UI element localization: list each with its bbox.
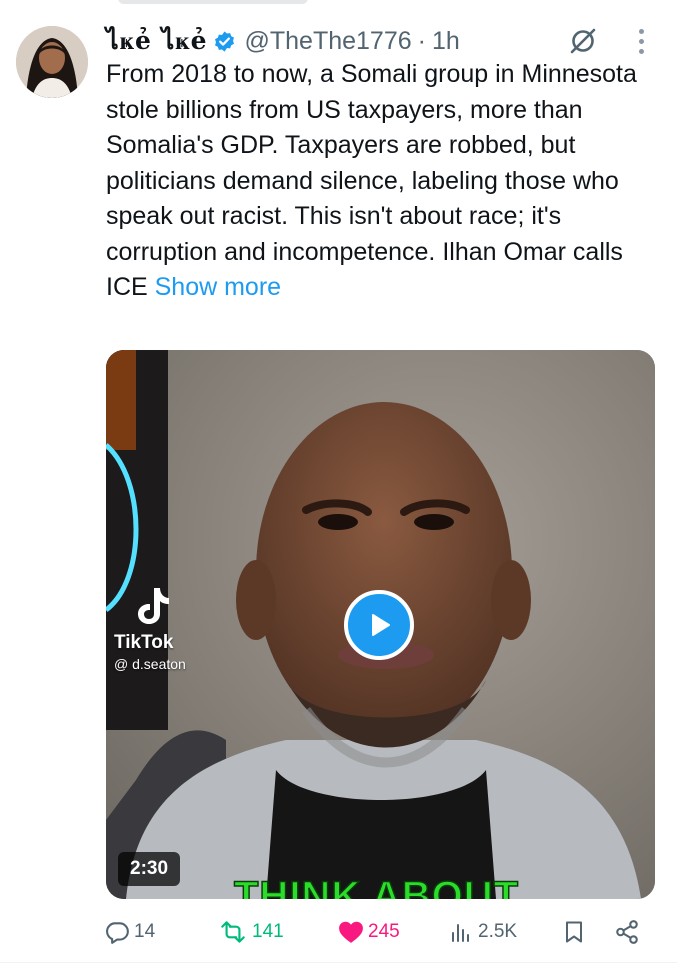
views-button[interactable]: 2.5K bbox=[448, 913, 517, 951]
like-count: 245 bbox=[368, 921, 400, 942]
bar-chart-icon bbox=[452, 924, 469, 942]
author-name[interactable]: ไҝẻ ไҝẻ bbox=[106, 21, 207, 61]
separator-dot: · bbox=[417, 26, 426, 55]
heart-icon bbox=[339, 921, 363, 943]
share-button[interactable] bbox=[614, 913, 640, 951]
vertical-dots-icon bbox=[638, 28, 644, 34]
share-icon bbox=[616, 920, 638, 944]
video-duration: 2:30 bbox=[118, 852, 181, 886]
play-icon bbox=[372, 614, 390, 636]
bookmark-icon bbox=[566, 921, 582, 943]
play-button[interactable] bbox=[344, 590, 414, 660]
bookmark-button[interactable] bbox=[562, 913, 586, 951]
verified-badge-icon bbox=[213, 30, 236, 53]
tiktok-username: @ d.seaton bbox=[114, 656, 186, 672]
author-handle[interactable]: @TheThe1776 bbox=[244, 27, 411, 56]
like-button[interactable]: 245 bbox=[338, 913, 400, 951]
grok-button[interactable] bbox=[566, 24, 600, 58]
tweet-body: From 2018 to now, a Somali group in Minn… bbox=[106, 60, 637, 301]
action-bar: 14 141 245 2.5K bbox=[104, 913, 649, 951]
video-caption: THINK ABOUT bbox=[233, 874, 520, 899]
view-count: 2.5K bbox=[478, 921, 518, 942]
tiktok-brand: TikTok bbox=[114, 632, 174, 653]
tweet-text: From 2018 to now, a Somali group in Minn… bbox=[106, 57, 646, 306]
avatar[interactable] bbox=[16, 26, 88, 98]
show-more-link[interactable]: Show more bbox=[155, 273, 281, 301]
previous-item-edge bbox=[0, 0, 677, 6]
speech-bubble-icon bbox=[106, 922, 129, 944]
grok-slash-icon bbox=[570, 28, 596, 54]
repost-button[interactable]: 141 bbox=[218, 913, 284, 951]
tiktok-watermark: TikTok @ d.seaton bbox=[114, 586, 214, 672]
more-options-button[interactable] bbox=[628, 26, 654, 56]
reply-count: 14 bbox=[134, 921, 156, 942]
divider bbox=[0, 962, 677, 963]
repost-count: 141 bbox=[252, 921, 284, 942]
repost-arrows-icon bbox=[221, 921, 245, 943]
reply-button[interactable]: 14 bbox=[104, 913, 155, 951]
tiktok-icon bbox=[138, 588, 169, 624]
video-player[interactable]: TikTok @ d.seaton THINK ABOUT 2:30 bbox=[106, 350, 655, 899]
timestamp[interactable]: 1h bbox=[432, 27, 460, 56]
